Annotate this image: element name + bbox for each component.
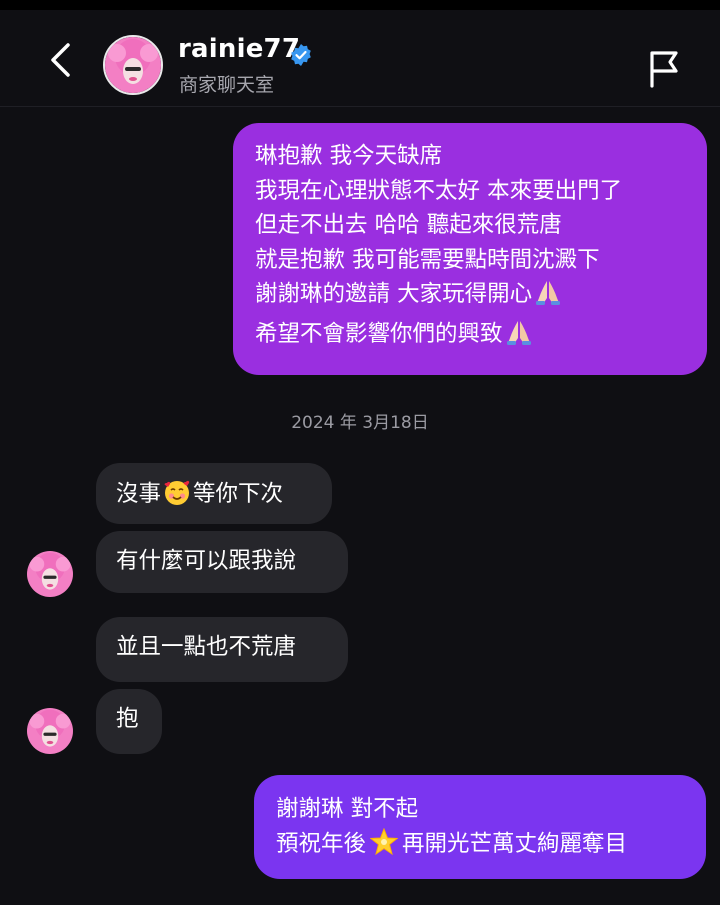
message-outgoing[interactable]: 琳抱歉 我今天缺席 我現在心理狀態不太好 本來要出門了 但走不出去 哈哈 聽起來… (233, 123, 707, 375)
date-separator: 2024 年 3月18日 (291, 413, 429, 433)
glowing-star-icon (369, 827, 399, 867)
message-line: 謝謝琳的邀請 大家玩得開心 (255, 277, 689, 317)
message-text: 等你下次 (193, 481, 284, 507)
avatar[interactable] (27, 551, 73, 597)
header-divider (0, 106, 720, 107)
avatar-image (27, 551, 73, 597)
message-text: 希望不會影響你們的興致 (255, 320, 503, 347)
report-button[interactable] (644, 48, 682, 88)
avatar-image (27, 708, 73, 754)
message-text: 再開光芒萬丈絢麗奪目 (402, 830, 628, 857)
chat-header: rainie77 商家聊天室 (0, 10, 720, 106)
praying-hands-icon (535, 278, 561, 317)
message-line: 希望不會影響你們的興致 (255, 317, 689, 357)
avatar[interactable] (27, 708, 73, 754)
message-incoming[interactable]: 有什麼可以跟我說 (96, 531, 348, 593)
message-text: 預祝年後 (276, 830, 367, 857)
message-text: 並且一點也不荒唐 (116, 634, 297, 660)
message-line: 預祝年後 再開光芒萬丈絢麗奪目 (276, 827, 688, 867)
praying-hands-icon (506, 318, 532, 357)
message-outgoing[interactable]: 謝謝琳 對不起 預祝年後 再開光芒萬丈絢麗奪目 (254, 775, 706, 879)
message-line: 我現在心理狀態不太好 本來要出門了 (255, 177, 623, 204)
message-text: 謝謝琳的邀請 大家玩得開心 (255, 281, 533, 307)
message-incoming[interactable]: 並且一點也不荒唐 (96, 617, 348, 682)
message-text: 沒事 (116, 481, 162, 507)
message-line: 謝謝琳 對不起 (276, 796, 419, 822)
verified-badge-icon (289, 43, 313, 67)
chat-subtitle: 商家聊天室 (179, 74, 275, 96)
message-incoming[interactable]: 抱 (96, 689, 162, 754)
smiling-face-with-hearts-icon (163, 478, 191, 514)
message-line: 但走不出去 哈哈 聽起來很荒唐 (255, 212, 562, 238)
message-line: 琳抱歉 我今天缺席 (255, 143, 443, 169)
message-incoming[interactable]: 沒事 等你下次 (96, 463, 332, 524)
message-text: 有什麼可以跟我說 (116, 548, 297, 574)
avatar-image (105, 37, 161, 93)
chat-title[interactable]: rainie77 (178, 34, 300, 64)
status-bar (0, 0, 720, 10)
back-button[interactable] (44, 40, 80, 80)
avatar[interactable] (103, 35, 163, 95)
flag-icon (650, 51, 678, 88)
message-text: 抱 (116, 706, 139, 732)
chevron-left-icon (51, 43, 70, 77)
message-line: 就是抱歉 我可能需要點時間沈澱下 (255, 246, 600, 273)
